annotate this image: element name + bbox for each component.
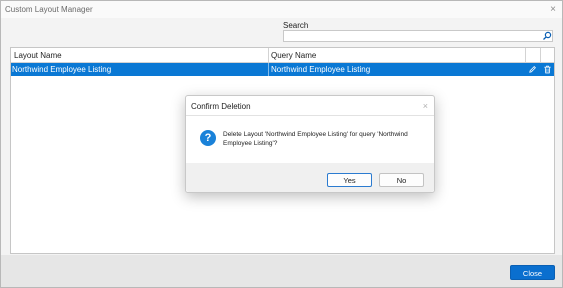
column-header-query-name[interactable]: Query Name <box>271 51 316 60</box>
column-header-layout-name[interactable]: Layout Name <box>14 51 62 60</box>
column-divider <box>540 48 541 62</box>
search-input[interactable] <box>283 30 553 42</box>
yes-button[interactable]: Yes <box>327 173 372 187</box>
window-close-button[interactable]: × <box>550 4 556 15</box>
table-row[interactable]: Northwind Employee Listing Northwind Emp… <box>11 63 554 76</box>
column-divider <box>525 48 526 62</box>
close-button[interactable]: Close <box>510 265 555 280</box>
dialog-close-button[interactable]: × <box>423 101 428 111</box>
question-icon: ? <box>200 130 216 146</box>
dialog-divider <box>186 115 434 116</box>
cell-query-name: Northwind Employee Listing <box>271 65 371 74</box>
window-title: Custom Layout Manager <box>5 5 93 14</box>
confirm-deletion-dialog: Confirm Deletion × ? Delete Layout 'Nort… <box>185 95 435 193</box>
no-button[interactable]: No <box>379 173 424 187</box>
title-bar: Custom Layout Manager × <box>1 1 562 18</box>
dialog-message: Delete Layout 'Northwind Employee Listin… <box>223 131 408 147</box>
window-footer <box>1 255 562 287</box>
dialog-title: Confirm Deletion <box>191 102 251 111</box>
cell-layout-name: Northwind Employee Listing <box>12 65 112 74</box>
delete-icon[interactable] <box>543 65 552 74</box>
search-label: Search <box>283 21 309 30</box>
column-divider <box>268 48 269 62</box>
edit-icon[interactable] <box>528 65 537 74</box>
cell-divider <box>268 63 269 76</box>
grid-header: Layout Name Query Name <box>11 48 554 63</box>
search-icon[interactable] <box>542 31 552 41</box>
